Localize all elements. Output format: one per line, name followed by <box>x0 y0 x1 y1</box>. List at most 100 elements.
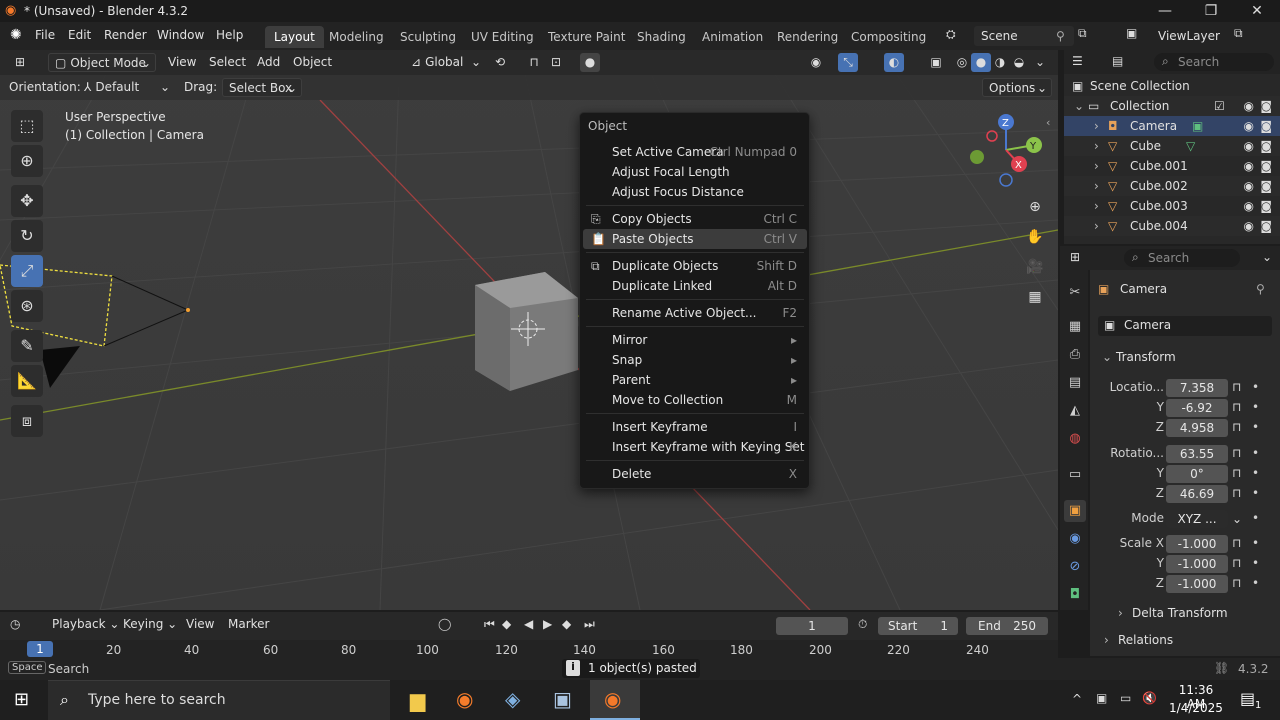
taskbar-search-box[interactable]: ⌕ Type here to search <box>48 680 390 720</box>
view-layer-icon[interactable]: ▣ <box>1126 26 1137 40</box>
camera-render-icon[interactable]: ◙ <box>1260 96 1272 116</box>
orientation-dropdown[interactable]: ⅄ Default ⌄ <box>78 78 174 97</box>
material-shading-icon[interactable]: ◑ <box>990 53 1010 72</box>
rotation-z-field[interactable]: 46.69 <box>1166 485 1228 503</box>
minimize-icon[interactable]: — <box>1142 0 1188 22</box>
scale-tool[interactable]: ⤢ <box>11 255 43 287</box>
rotation-y-field[interactable]: 0° <box>1166 465 1228 483</box>
sidebar-toggle-icon[interactable]: ‹ <box>1046 116 1050 129</box>
keyframe-dot-icon[interactable]: • <box>1252 556 1259 570</box>
menu-item-duplicate-linked[interactable]: Duplicate Linked Alt D <box>583 276 807 296</box>
eye-icon[interactable]: ◉ <box>1244 196 1254 216</box>
timeline-editor-icon[interactable]: ◷ <box>10 617 20 631</box>
solid-shading-icon[interactable]: ● <box>971 53 991 72</box>
eye-icon[interactable]: ◉ <box>1244 96 1254 116</box>
properties-search-input[interactable]: ⌕ Search <box>1124 249 1240 267</box>
editor-type-icon[interactable]: ⊞ <box>10 53 30 72</box>
windows-start-icon[interactable]: ⊞ <box>14 689 29 710</box>
menu-window[interactable]: Window <box>157 28 204 42</box>
menu-select[interactable]: Select <box>203 53 252 72</box>
menu-item-insert-keyframe[interactable]: Insert Keyframe I <box>583 417 807 437</box>
lock-icon[interactable]: ⊓ <box>1232 400 1241 414</box>
menu-add[interactable]: Add <box>251 53 286 72</box>
start-frame-field[interactable]: Start 1 <box>878 617 958 635</box>
eye-icon[interactable]: ◉ <box>1244 156 1254 176</box>
camera-render-icon[interactable]: ◙ <box>1260 216 1272 236</box>
proportional-edit-icon[interactable]: ● <box>580 53 600 72</box>
blender-taskbar-button[interactable]: ◉ <box>590 680 640 720</box>
display-mode-icon[interactable]: ▤ <box>1112 54 1123 68</box>
eye-icon[interactable]: ◉ <box>1244 216 1254 236</box>
cursor-tool[interactable]: ⊕ <box>11 145 43 177</box>
tool-tab-icon[interactable]: ✂ <box>1064 282 1086 304</box>
wireframe-shading-icon[interactable]: ◎ <box>952 53 972 72</box>
tab-layout[interactable]: Layout <box>265 26 324 48</box>
menu-item-set-active-camera[interactable]: Set Active Camera Ctrl Numpad 0 <box>583 142 807 162</box>
scene-selector[interactable]: Scene ⚲ <box>974 26 1074 46</box>
menu-item-parent[interactable]: Parent ▸ <box>583 370 807 390</box>
clock-date[interactable]: 1/4/2025 <box>1168 701 1224 715</box>
prev-keyframe-icon[interactable]: ◆ <box>502 617 511 631</box>
menu-item-paste-objects[interactable]: 📋 Paste Objects Ctrl V <box>583 229 807 249</box>
lock-icon[interactable]: ⊓ <box>1232 446 1241 460</box>
shading-options-icon[interactable]: ⌄ <box>1030 53 1050 72</box>
move-tool[interactable]: ✥ <box>11 185 43 217</box>
outliner-item-cube-004[interactable]: › ▽ Cube.004 ◉ ◙ <box>1064 216 1280 236</box>
camera-render-icon[interactable]: ◙ <box>1260 196 1272 216</box>
collection-tab-icon[interactable]: ▭ <box>1064 464 1086 486</box>
physics-tab-icon[interactable]: ◉ <box>1064 528 1086 550</box>
zoom-icon[interactable]: ⊕ <box>1024 196 1046 218</box>
keyframe-dot-icon[interactable]: • <box>1252 400 1259 414</box>
keyframe-dot-icon[interactable]: • <box>1252 380 1259 394</box>
tab-sculpting[interactable]: Sculpting <box>391 26 465 48</box>
transform-tool[interactable]: ⊛ <box>11 290 43 322</box>
scene-icon[interactable]: ⛭ <box>946 27 956 42</box>
overlay-toggle-icon[interactable]: ◐ <box>884 53 904 72</box>
properties-editor-icon[interactable]: ⊞ <box>1070 250 1080 264</box>
tab-modeling[interactable]: Modeling <box>320 26 393 48</box>
menu-item-adjust-focal-length[interactable]: Adjust Focal Length <box>583 162 807 182</box>
xray-icon[interactable]: ▣ <box>926 53 946 72</box>
transform-orientation-dropdown[interactable]: ⊿ Global ⌄ <box>405 53 485 72</box>
lock-icon[interactable]: ⊓ <box>1232 380 1241 394</box>
tray-app-icon[interactable]: ▣ <box>1096 691 1107 705</box>
menu-render[interactable]: Render <box>104 28 147 42</box>
pin-icon[interactable]: ⚲ <box>1056 29 1065 43</box>
tab-rendering[interactable]: Rendering <box>768 26 847 48</box>
rotation-mode-dropdown[interactable]: XYZ ... <box>1166 510 1228 528</box>
stopwatch-icon[interactable]: ⏱ <box>858 617 867 632</box>
end-frame-field[interactable]: End 250 <box>966 617 1048 635</box>
playhead-frame[interactable]: 1 <box>27 641 53 657</box>
menu-edit[interactable]: Edit <box>68 28 91 42</box>
drag-dropdown[interactable]: Select Box ⌄ <box>222 78 302 97</box>
tray-chevron-icon[interactable]: ^ <box>1072 692 1082 706</box>
delta-transform-header[interactable]: › Delta Transform <box>1110 604 1270 624</box>
keyframe-dot-icon[interactable]: • <box>1252 576 1259 590</box>
firefox-icon[interactable]: ◉ <box>456 687 473 711</box>
menu-item-duplicate-objects[interactable]: ⧉ Duplicate Objects Shift D <box>583 256 807 276</box>
close-icon[interactable]: ✕ <box>1234 0 1280 22</box>
menu-item-copy-objects[interactable]: ⎘ Copy Objects Ctrl C <box>583 209 807 229</box>
eye-icon[interactable]: ◉ <box>1244 116 1254 136</box>
tab-animation[interactable]: Animation <box>693 26 772 48</box>
playback-menu[interactable]: Playback ⌄ <box>46 615 125 634</box>
camera-render-icon[interactable]: ◙ <box>1260 176 1272 196</box>
outliner-item-cube-001[interactable]: › ▽ Cube.001 ◉ ◙ <box>1064 156 1280 176</box>
scale-x-field[interactable]: -1.000 <box>1166 535 1228 553</box>
lock-icon[interactable]: ⊓ <box>1232 486 1241 500</box>
navigation-gizmo[interactable]: Z Y X <box>964 110 1054 190</box>
camera-render-icon[interactable]: ◙ <box>1260 116 1272 136</box>
constraints-tab-icon[interactable]: ⊘ <box>1064 556 1086 578</box>
auto-keying-icon[interactable]: ◯ <box>438 617 451 631</box>
object-tab-icon[interactable]: ▣ <box>1064 500 1086 522</box>
menu-item-delete[interactable]: Delete X <box>583 464 807 484</box>
gizmo-toggle-icon[interactable]: ⤡ <box>838 53 858 72</box>
rotate-tool[interactable]: ↻ <box>11 220 43 252</box>
checkbox-icon[interactable]: ☑ <box>1214 96 1225 116</box>
lock-icon[interactable]: ⊓ <box>1232 420 1241 434</box>
menu-item-snap[interactable]: Snap ▸ <box>583 350 807 370</box>
object-name-field[interactable]: ▣ Camera <box>1098 316 1272 336</box>
timeline-view-menu[interactable]: View <box>180 615 220 634</box>
menu-help[interactable]: Help <box>216 28 243 42</box>
outliner-item-cube[interactable]: › ▽ Cube ▽ ◉ ◙ <box>1064 136 1280 156</box>
